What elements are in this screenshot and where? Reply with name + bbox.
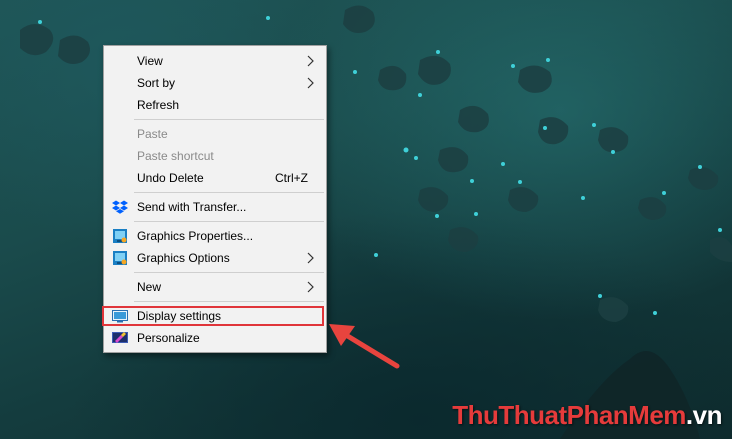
menu-item-shortcut: Ctrl+Z bbox=[275, 171, 308, 185]
chevron-right-icon bbox=[307, 281, 314, 293]
menu-item-label: Paste shortcut bbox=[137, 149, 214, 163]
menu-item-refresh[interactable]: Refresh bbox=[104, 94, 326, 116]
menu-item-label: Send with Transfer... bbox=[137, 200, 247, 214]
personalize-icon bbox=[112, 332, 128, 343]
menu-item-send-with-transfer[interactable]: Send with Transfer... bbox=[104, 196, 326, 218]
menu-item-undo-delete[interactable]: Undo Delete Ctrl+Z bbox=[104, 167, 326, 189]
chevron-right-icon bbox=[307, 252, 314, 264]
menu-separator bbox=[134, 119, 324, 120]
menu-item-view[interactable]: View bbox=[104, 50, 326, 72]
menu-item-label: Personalize bbox=[137, 331, 200, 345]
watermark-part: PhanMem bbox=[566, 400, 687, 430]
menu-item-label: Sort by bbox=[137, 76, 176, 90]
menu-item-graphics-options[interactable]: Graphics Options bbox=[104, 247, 326, 269]
red-arrow-icon bbox=[329, 324, 400, 369]
display-settings-highlight-box bbox=[102, 306, 324, 326]
menu-item-label: New bbox=[137, 280, 162, 294]
site-watermark: ThuThuatPhanMem.vn bbox=[452, 400, 722, 431]
menu-item-sort-by[interactable]: Sort by bbox=[104, 72, 326, 94]
chevron-right-icon bbox=[307, 77, 314, 89]
menu-item-personalize[interactable]: Personalize bbox=[104, 327, 326, 349]
menu-separator bbox=[134, 301, 324, 302]
menu-item-paste: Paste bbox=[104, 123, 326, 145]
menu-item-paste-shortcut: Paste shortcut bbox=[104, 145, 326, 167]
menu-separator bbox=[134, 192, 324, 193]
menu-item-label: Refresh bbox=[137, 98, 180, 112]
intel-graphics-icon bbox=[113, 229, 127, 243]
intel-graphics-icon bbox=[113, 251, 127, 265]
menu-item-label: Graphics Options bbox=[137, 251, 230, 265]
menu-item-new[interactable]: New bbox=[104, 276, 326, 298]
menu-separator bbox=[134, 272, 324, 273]
chevron-right-icon bbox=[307, 55, 314, 67]
menu-item-label: Graphics Properties... bbox=[137, 229, 254, 243]
menu-item-graphics-properties[interactable]: Graphics Properties... bbox=[104, 225, 326, 247]
menu-separator bbox=[134, 221, 324, 222]
watermark-part: ThuThuat bbox=[452, 400, 567, 430]
menu-item-label: Undo Delete bbox=[137, 171, 204, 185]
dropbox-icon bbox=[112, 200, 128, 214]
watermark-part: .vn bbox=[685, 400, 723, 430]
menu-item-label: Paste bbox=[137, 127, 168, 141]
menu-item-label: View bbox=[137, 54, 163, 68]
